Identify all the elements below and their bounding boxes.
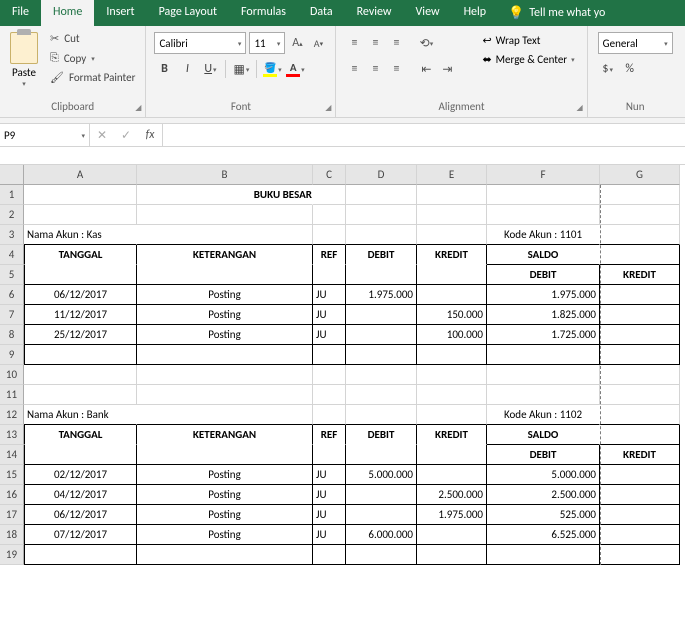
paste-label: Paste bbox=[12, 66, 36, 79]
fx-button[interactable]: fx bbox=[138, 128, 162, 142]
bold-button[interactable]: B bbox=[154, 58, 174, 80]
tab-review[interactable]: Review bbox=[345, 0, 404, 26]
align-left-button[interactable]: ≡ bbox=[344, 58, 364, 80]
increase-font-button[interactable]: A▴ bbox=[288, 32, 306, 54]
percent-format-button[interactable]: % bbox=[620, 58, 640, 80]
tab-data[interactable]: Data bbox=[298, 0, 345, 26]
cut-button[interactable]: ✂Cut bbox=[46, 30, 139, 47]
copy-icon: ⎘ bbox=[50, 51, 59, 65]
align-bottom-button[interactable]: ≡ bbox=[386, 32, 406, 54]
font-name-select[interactable]: Calibri▾ bbox=[154, 32, 246, 54]
increase-indent-button[interactable]: ⇥ bbox=[437, 58, 457, 80]
formula-input[interactable] bbox=[163, 124, 685, 146]
enter-button[interactable]: ✓ bbox=[114, 128, 138, 143]
font-color-button[interactable]: A bbox=[285, 58, 305, 80]
decrease-indent-button[interactable]: ⇤ bbox=[416, 58, 436, 80]
tab-pagelayout[interactable]: Page Layout bbox=[147, 0, 229, 26]
ribbon-group-font: Calibri▾ 11▾ A▴ A▾ B I U ▦ 🪣 A Font◢ bbox=[146, 26, 336, 117]
copy-button[interactable]: ⎘Copy▾ bbox=[46, 49, 139, 67]
align-center-button[interactable]: ≡ bbox=[365, 58, 385, 80]
row-headers[interactable]: 12345678910111213141516171819 bbox=[0, 185, 24, 565]
brush-icon: 🖌 bbox=[50, 71, 64, 84]
cells-area[interactable]: BUKU BESAR Nama Akun : KasKode Akun : 11… bbox=[24, 185, 680, 565]
tell-me-label: Tell me what yo bbox=[529, 6, 605, 20]
paste-button[interactable]: Paste ▾ bbox=[6, 30, 42, 90]
align-middle-button[interactable]: ≡ bbox=[365, 32, 385, 54]
accounting-format-button[interactable]: $ bbox=[598, 58, 618, 80]
cancel-button[interactable]: ✕ bbox=[90, 128, 114, 143]
fill-color-button[interactable]: 🪣 bbox=[262, 58, 282, 80]
spreadsheet-grid[interactable]: A B C D E F G 12345678910111213141516171… bbox=[0, 165, 685, 565]
lightbulb-icon: 💡 bbox=[508, 6, 524, 21]
format-painter-button[interactable]: 🖌Format Painter bbox=[46, 69, 139, 86]
orientation-button[interactable]: ⟲▾ bbox=[416, 32, 436, 54]
ribbon: Paste ▾ ✂Cut ⎘Copy▾ 🖌Format Painter Clip… bbox=[0, 26, 685, 118]
tab-home[interactable]: Home bbox=[41, 0, 94, 26]
select-all-corner[interactable] bbox=[0, 165, 24, 185]
align-top-button[interactable]: ≡ bbox=[344, 32, 364, 54]
tab-file[interactable]: File bbox=[0, 0, 41, 26]
align-right-button[interactable]: ≡ bbox=[386, 58, 406, 80]
chevron-down-icon: ▾ bbox=[22, 79, 26, 88]
ribbon-group-clipboard: Paste ▾ ✂Cut ⎘Copy▾ 🖌Format Painter Clip… bbox=[0, 26, 146, 117]
dialog-launcher-icon[interactable]: ◢ bbox=[325, 103, 331, 113]
tab-formulas[interactable]: Formulas bbox=[229, 0, 298, 26]
paste-icon bbox=[10, 32, 38, 64]
wrap-icon: ↩ bbox=[482, 34, 491, 47]
dialog-launcher-icon[interactable]: ◢ bbox=[135, 103, 141, 113]
decrease-font-button[interactable]: A▾ bbox=[309, 32, 327, 54]
menu-bar: File Home Insert Page Layout Formulas Da… bbox=[0, 0, 685, 26]
merge-icon: ⬌ bbox=[482, 53, 491, 66]
name-box[interactable]: P9▾ bbox=[0, 124, 90, 146]
tab-insert[interactable]: Insert bbox=[94, 0, 146, 26]
formula-bar: P9▾ ✕ ✓ fx bbox=[0, 124, 685, 147]
underline-button[interactable]: U bbox=[200, 58, 220, 80]
merge-center-button[interactable]: ⬌Merge & Center ▾ bbox=[480, 51, 576, 68]
dialog-launcher-icon[interactable]: ◢ bbox=[577, 103, 583, 113]
ribbon-group-alignment: ≡ ≡ ≡ ⟲▾ ≡ ≡ ≡ ⇤ ⇥ ↩Wrap Text ⬌Mer bbox=[336, 26, 587, 117]
wrap-text-button[interactable]: ↩Wrap Text bbox=[480, 32, 576, 49]
tell-me[interactable]: 💡 Tell me what yo bbox=[498, 0, 605, 26]
border-button[interactable]: ▦ bbox=[231, 58, 251, 80]
italic-button[interactable]: I bbox=[177, 58, 197, 80]
tab-view[interactable]: View bbox=[404, 0, 452, 26]
scissors-icon: ✂ bbox=[50, 32, 59, 45]
font-size-select[interactable]: 11▾ bbox=[249, 32, 285, 54]
column-headers[interactable]: A B C D E F G bbox=[24, 165, 685, 185]
tab-help[interactable]: Help bbox=[452, 0, 499, 26]
number-format-select[interactable]: General▾ bbox=[598, 32, 673, 54]
ribbon-group-number: General▾ $ % Nun bbox=[588, 26, 683, 117]
